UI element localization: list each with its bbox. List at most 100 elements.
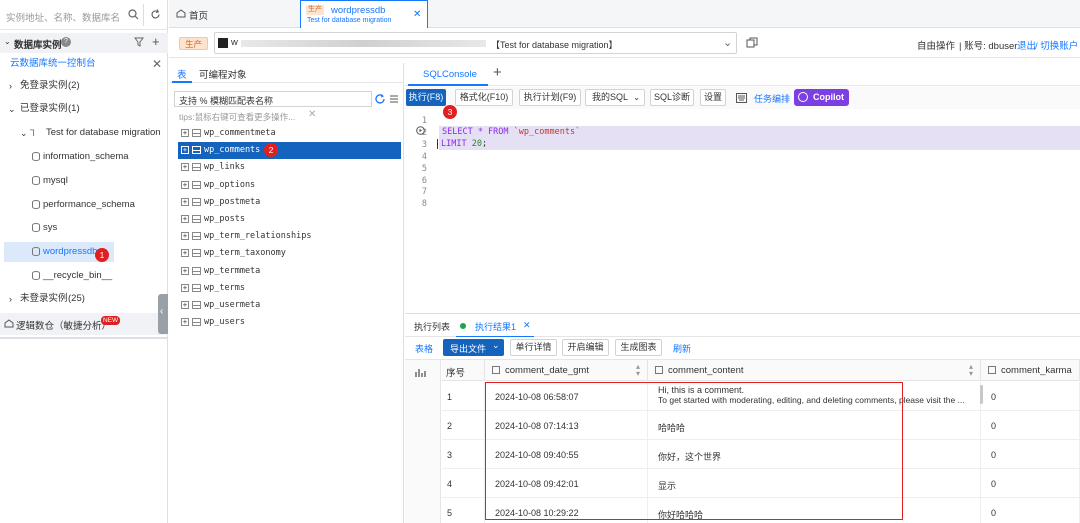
tree-db-__recycle_bin__[interactable]: __recycle_bin__: [0, 266, 168, 286]
chart-button[interactable]: 生成图表: [615, 339, 662, 356]
col-header-comment_date_gmt[interactable]: comment_date_gmt ▴ ▾: [485, 360, 648, 381]
table-item-wp_usermeta[interactable]: + wp_usermeta: [178, 297, 403, 314]
row-index-text: 4: [447, 479, 453, 489]
tree-db-information_schema[interactable]: information_schema: [0, 147, 168, 167]
refresh-icon[interactable]: [375, 94, 385, 104]
tree-db-sys[interactable]: sys: [0, 218, 168, 238]
table-item-wp_comments[interactable]: + wp_comments: [178, 142, 401, 160]
expand-icon[interactable]: +: [181, 129, 189, 137]
tree-db-performance_schema[interactable]: performance_schema: [0, 195, 168, 215]
expand-icon[interactable]: +: [181, 283, 189, 292]
expand-icon[interactable]: +: [181, 232, 189, 241]
sort-icon[interactable]: ▴ ▾: [636, 363, 640, 378]
expand-icon[interactable]: +: [181, 249, 189, 258]
logic-db-row[interactable]: 逻辑数仓（敏捷分析） NEW: [0, 313, 168, 335]
col-header-comment_content[interactable]: comment_content ▴ ▾: [648, 360, 981, 381]
switch-account-link[interactable]: / 切换账户: [1035, 38, 1078, 52]
view-table[interactable]: 表格: [415, 342, 433, 355]
table-item-wp_terms[interactable]: + wp_terms: [178, 280, 403, 297]
tree-logged-in[interactable]: ⌄ 已登录实例 (1): [0, 99, 168, 119]
cell-karma[interactable]: 0: [981, 440, 1080, 469]
row-index[interactable]: 2: [442, 411, 485, 440]
expand-icon[interactable]: +: [181, 215, 189, 223]
run-line-icon[interactable]: [416, 126, 425, 135]
search-icon[interactable]: [128, 9, 139, 20]
tree-instance[interactable]: ⌄ ⅂ Test for database migration: [0, 123, 168, 143]
bar-chart-icon[interactable]: [415, 368, 427, 378]
instance-select[interactable]: w 【Test for database migration】 ⌄: [214, 32, 737, 54]
expand-icon[interactable]: +: [181, 318, 189, 327]
table-item-wp_users[interactable]: + wp_users: [178, 314, 403, 331]
tab-sqlconsole[interactable]: SQLConsole: [408, 63, 488, 86]
format-button[interactable]: 格式化(F10): [455, 89, 513, 106]
table-item-wp_term_relationships[interactable]: + wp_term_relationships: [178, 228, 403, 245]
cell-karma[interactable]: 0: [981, 411, 1080, 440]
edit-button[interactable]: 开启编辑: [562, 339, 609, 356]
cell-karma[interactable]: 0: [981, 469, 1080, 498]
table-item-wp_postmeta[interactable]: + wp_postmeta: [178, 194, 403, 211]
tab-wordpressdb[interactable]: 生产 wordpressdb Test for database migrati…: [300, 0, 428, 28]
add-icon[interactable]: +: [152, 34, 160, 49]
expand-icon[interactable]: +: [181, 301, 189, 309]
keyboard-icon[interactable]: [736, 93, 747, 103]
logout-link[interactable]: 退出: [1017, 38, 1036, 52]
tab-result-1[interactable]: 执行结果1 ✕: [456, 314, 534, 338]
close-icon[interactable]: ✕: [152, 54, 162, 74]
task-link[interactable]: 任务编排: [754, 92, 790, 105]
col-header-comment_karma[interactable]: comment_karma: [981, 360, 1080, 381]
export-button[interactable]: 导出文件 ⌄: [443, 339, 504, 356]
close-icon[interactable]: ✕: [308, 109, 316, 120]
expand-icon[interactable]: +: [181, 146, 189, 155]
row-index[interactable]: 3: [442, 440, 485, 469]
row-index[interactable]: 1: [442, 382, 485, 411]
col-header-序号[interactable]: 序号: [442, 360, 485, 381]
help-icon[interactable]: ?: [61, 37, 71, 47]
close-icon[interactable]: ✕: [413, 9, 421, 20]
table-filter-input[interactable]: 支持 % 模糊匹配表名称: [179, 94, 273, 107]
list-icon[interactable]: [389, 94, 399, 104]
collapse-handle[interactable]: ‹: [158, 294, 168, 334]
tree-db-mysql[interactable]: mysql: [0, 171, 168, 191]
tree-not-logged[interactable]: › 未登录实例 (25): [0, 289, 168, 309]
cell-karma[interactable]: 0: [981, 382, 1080, 411]
copy-icon[interactable]: [746, 37, 758, 49]
refresh-icon[interactable]: [150, 9, 161, 20]
table-item-wp_term_taxonomy[interactable]: + wp_term_taxonomy: [178, 245, 403, 262]
tab-home[interactable]: 首页: [169, 0, 299, 28]
row-detail-button[interactable]: 单行详情: [510, 339, 557, 356]
row-index[interactable]: 4: [442, 469, 485, 498]
expand-icon[interactable]: +: [181, 163, 189, 172]
plan-button[interactable]: 执行计划(F9): [519, 89, 581, 106]
close-icon[interactable]: ✕: [523, 320, 531, 331]
tab-programmable[interactable]: 可编程对象: [199, 67, 247, 81]
expand-icon[interactable]: +: [181, 180, 189, 189]
refresh-link[interactable]: 刷新: [673, 342, 691, 355]
run-button[interactable]: 执行(F8): [406, 89, 446, 106]
console-link-row[interactable]: 云数据库统一控制台 ✕: [0, 54, 168, 74]
instance-search[interactable]: 实例地址、名称、数据库名: [0, 0, 168, 30]
cell-scrollbar[interactable]: [980, 385, 983, 404]
add-tab-icon[interactable]: +: [493, 64, 502, 81]
table-item-wp_commentmeta[interactable]: + wp_commentmeta: [178, 125, 403, 142]
my-sql-button[interactable]: 我的SQL ⌄: [585, 89, 645, 106]
settings-button[interactable]: 设置: [700, 89, 726, 106]
expand-icon[interactable]: +: [181, 266, 189, 275]
table-filter[interactable]: 支持 % 模糊匹配表名称: [174, 91, 372, 107]
cell-karma[interactable]: 0: [981, 498, 1080, 523]
table-item-wp_options[interactable]: + wp_options: [178, 177, 403, 194]
tab-tables[interactable]: 表: [172, 63, 192, 83]
tab-exec-list[interactable]: 执行列表: [414, 320, 450, 333]
expand-icon[interactable]: +: [181, 197, 189, 206]
table-item-wp_posts[interactable]: + wp_posts: [178, 211, 403, 228]
chevron-down-icon[interactable]: ⌄: [4, 37, 11, 46]
row-index[interactable]: 5: [442, 498, 485, 523]
filter-icon[interactable]: [134, 37, 144, 47]
table-item-wp_links[interactable]: + wp_links: [178, 159, 403, 176]
console-link[interactable]: 云数据库统一控制台: [10, 54, 96, 74]
diagnose-button[interactable]: SQL诊断: [650, 89, 694, 106]
copilot-button[interactable]: Copilot: [794, 89, 849, 106]
sort-icon[interactable]: ▴ ▾: [969, 363, 973, 378]
table-item-wp_termmeta[interactable]: + wp_termmeta: [178, 263, 403, 280]
tree-free-login[interactable]: › 免登录实例 (2): [0, 76, 168, 96]
instance-search-input[interactable]: 实例地址、名称、数据库名: [6, 10, 120, 24]
